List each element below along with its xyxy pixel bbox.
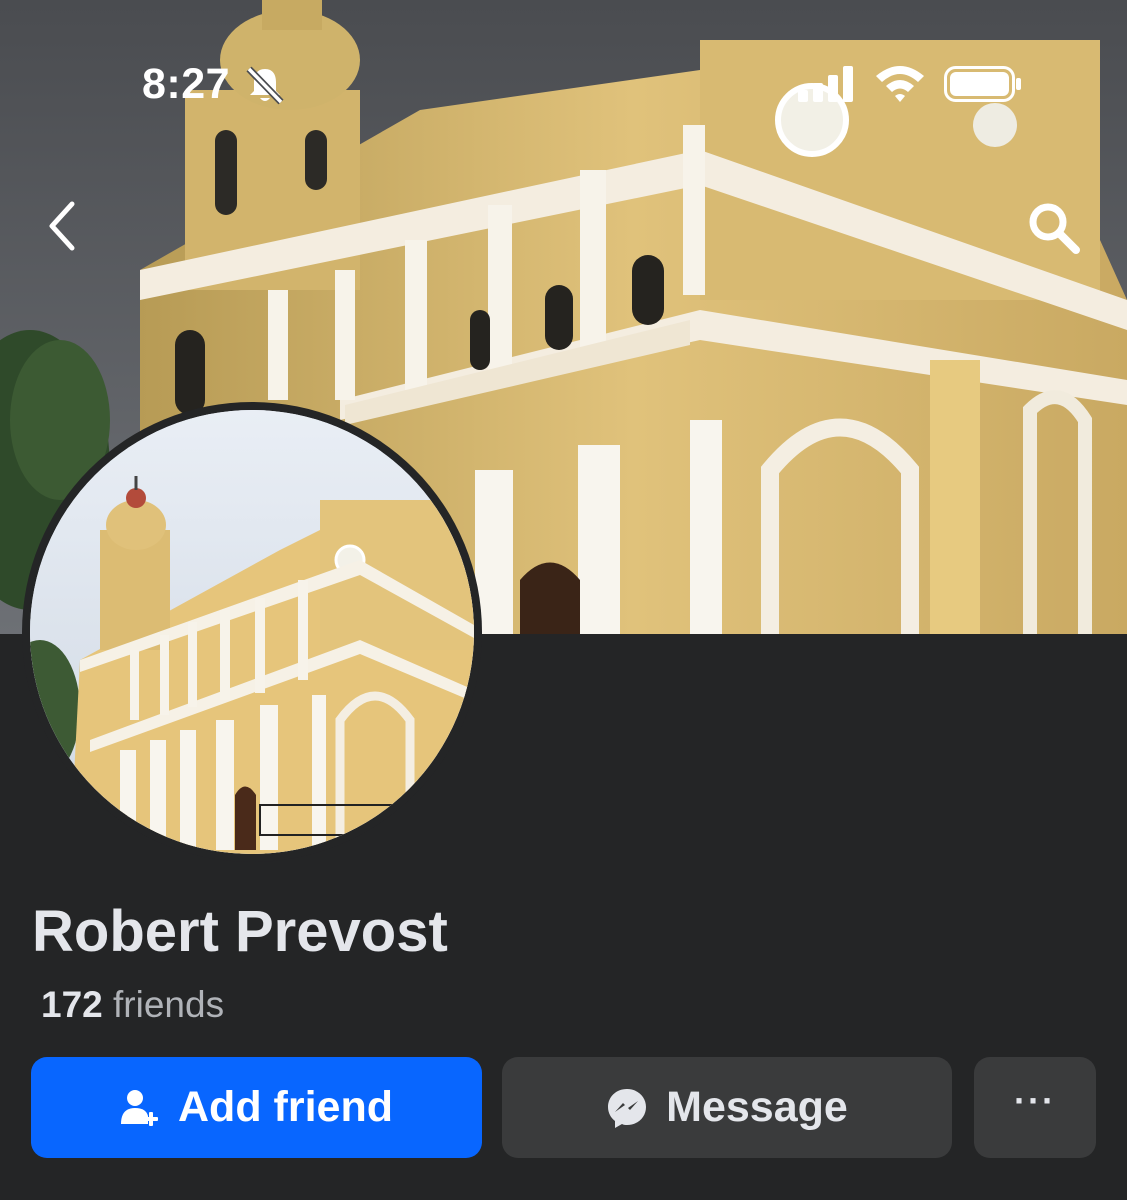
- back-button[interactable]: [40, 198, 90, 254]
- friends-count-number: 172: [41, 984, 103, 1025]
- status-time: 8:27: [142, 60, 231, 108]
- avatar[interactable]: [30, 410, 474, 854]
- profile-picture-frame: [22, 402, 482, 862]
- more-options-button[interactable]: ···: [974, 1057, 1096, 1158]
- messenger-icon: [606, 1087, 648, 1129]
- status-bar: 8:27: [0, 0, 1127, 170]
- add-friend-label: Add friend: [178, 1083, 393, 1131]
- more-options-label: ···: [1014, 1079, 1056, 1121]
- chevron-left-icon: [49, 201, 75, 251]
- search-button[interactable]: [1024, 198, 1084, 258]
- profile-name: Robert Prevost: [32, 899, 448, 964]
- signal-icon: [798, 66, 858, 107]
- bell-off-icon: [244, 64, 286, 111]
- message-button[interactable]: Message: [502, 1057, 952, 1158]
- add-friend-button[interactable]: Add friend: [31, 1057, 482, 1158]
- search-icon: [1029, 203, 1080, 254]
- wifi-icon: [874, 64, 926, 107]
- cathedral-avatar-image: [30, 410, 474, 854]
- person-add-icon: [120, 1088, 160, 1128]
- friends-count[interactable]: 172 friends: [41, 984, 224, 1026]
- battery-icon: [944, 66, 1024, 107]
- friends-count-label: friends: [113, 984, 225, 1025]
- message-label: Message: [666, 1083, 848, 1131]
